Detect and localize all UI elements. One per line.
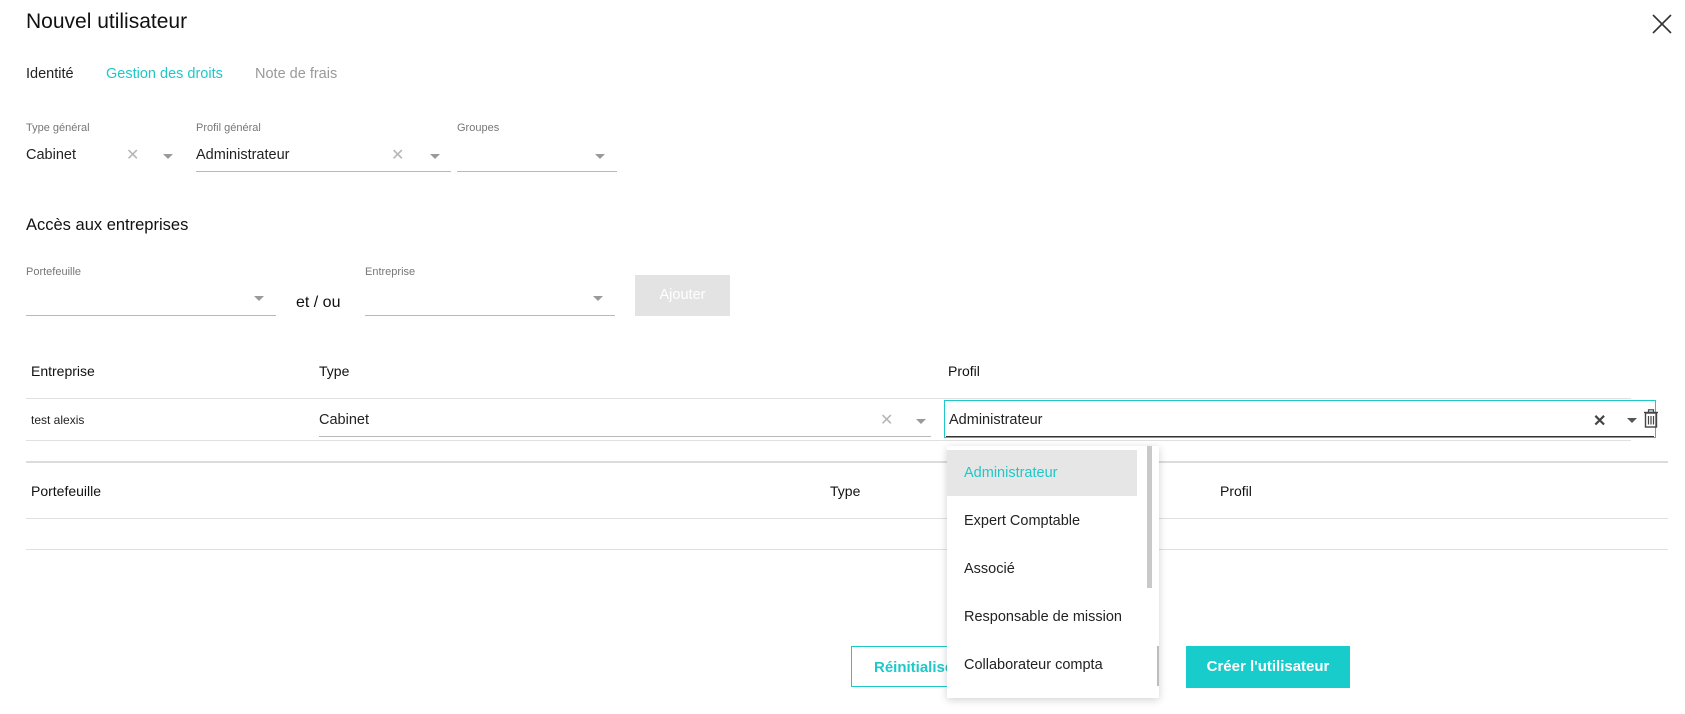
- dropdown-option-associe[interactable]: Associé: [947, 546, 1137, 592]
- dropdown-option-responsable-de-mission[interactable]: Responsable de mission: [947, 594, 1137, 640]
- table-divider: [26, 518, 1668, 519]
- creer-utilisateur-button[interactable]: Créer l'utilisateur: [1186, 646, 1350, 688]
- section-divider: [26, 461, 1668, 463]
- dropdown-option-collaborateur-compta[interactable]: Collaborateur compta: [947, 642, 1137, 688]
- chevron-down-icon[interactable]: [1627, 418, 1637, 423]
- profil-general-label: Profil général: [196, 122, 261, 134]
- entreprise-select[interactable]: [365, 282, 615, 316]
- profil-dropdown: Administrateur Expert Comptable Associé …: [947, 446, 1159, 698]
- table-row: test alexis Cabinet ✕ Administrateur ✕: [26, 399, 1658, 441]
- field-underline: [26, 315, 276, 316]
- clear-icon[interactable]: ✕: [880, 413, 893, 429]
- column-header-entreprise: Entreprise: [31, 363, 95, 379]
- clear-icon[interactable]: ✕: [391, 148, 404, 164]
- chevron-down-icon[interactable]: [430, 154, 440, 159]
- type-general-value: Cabinet: [26, 147, 76, 163]
- and-or-separator: et / ou: [296, 294, 341, 311]
- chevron-down-icon[interactable]: [916, 419, 926, 424]
- type-general-select[interactable]: Cabinet ✕: [26, 138, 174, 172]
- clear-icon[interactable]: ✕: [126, 148, 139, 164]
- field-underline: [365, 315, 615, 316]
- dropdown-option-administrateur[interactable]: Administrateur: [947, 450, 1137, 496]
- close-icon[interactable]: [1652, 14, 1672, 34]
- tab-note-de-frais[interactable]: Note de frais: [255, 66, 337, 82]
- column-header-profil: Profil: [948, 363, 980, 379]
- dialog-title: Nouvel utilisateur: [26, 10, 188, 33]
- ajouter-button[interactable]: Ajouter: [635, 275, 730, 316]
- row-entreprise: test alexis: [31, 413, 85, 427]
- field-underline: [457, 171, 617, 172]
- entreprise-label: Entreprise: [365, 266, 416, 278]
- section-heading: Accès aux entreprises: [26, 216, 189, 234]
- trash-icon[interactable]: [1643, 409, 1659, 428]
- field-underline: [196, 171, 451, 172]
- tab-gestion-des-droits[interactable]: Gestion des droits: [106, 66, 223, 82]
- chevron-down-icon[interactable]: [595, 154, 605, 159]
- row-profil-value: Administrateur: [949, 412, 1043, 428]
- page-scrollbar[interactable]: [1157, 646, 1159, 686]
- groupes-label: Groupes: [457, 122, 500, 134]
- profil-general-value: Administrateur: [196, 147, 290, 163]
- profil-general-select[interactable]: Administrateur ✕: [196, 138, 451, 172]
- chevron-down-icon[interactable]: [254, 296, 264, 301]
- column-header-portefeuille: Portefeuille: [31, 483, 102, 499]
- field-underline: [946, 436, 1654, 437]
- column-header-type: Type: [319, 363, 350, 379]
- portefeuille-label: Portefeuille: [26, 266, 82, 278]
- type-general-label: Type général: [26, 122, 90, 134]
- field-underline: [319, 436, 931, 437]
- column-header-type: Type: [830, 483, 861, 499]
- column-header-profil: Profil: [1220, 483, 1252, 499]
- dropdown-scrollbar[interactable]: [1147, 446, 1152, 588]
- groupes-select[interactable]: [457, 138, 617, 172]
- dropdown-option-expert-comptable[interactable]: Expert Comptable: [947, 498, 1137, 544]
- row-profil-select[interactable]: Administrateur ✕: [944, 400, 1656, 438]
- table-divider: [26, 440, 1631, 441]
- chevron-down-icon[interactable]: [163, 154, 173, 159]
- table-divider: [26, 549, 1668, 550]
- tab-identite[interactable]: Identité: [26, 66, 74, 82]
- row-type-select[interactable]: Cabinet ✕: [319, 401, 931, 437]
- clear-icon[interactable]: ✕: [1593, 411, 1606, 431]
- chevron-down-icon[interactable]: [593, 296, 603, 301]
- row-type-value: Cabinet: [319, 412, 369, 428]
- portefeuille-select[interactable]: [26, 282, 276, 316]
